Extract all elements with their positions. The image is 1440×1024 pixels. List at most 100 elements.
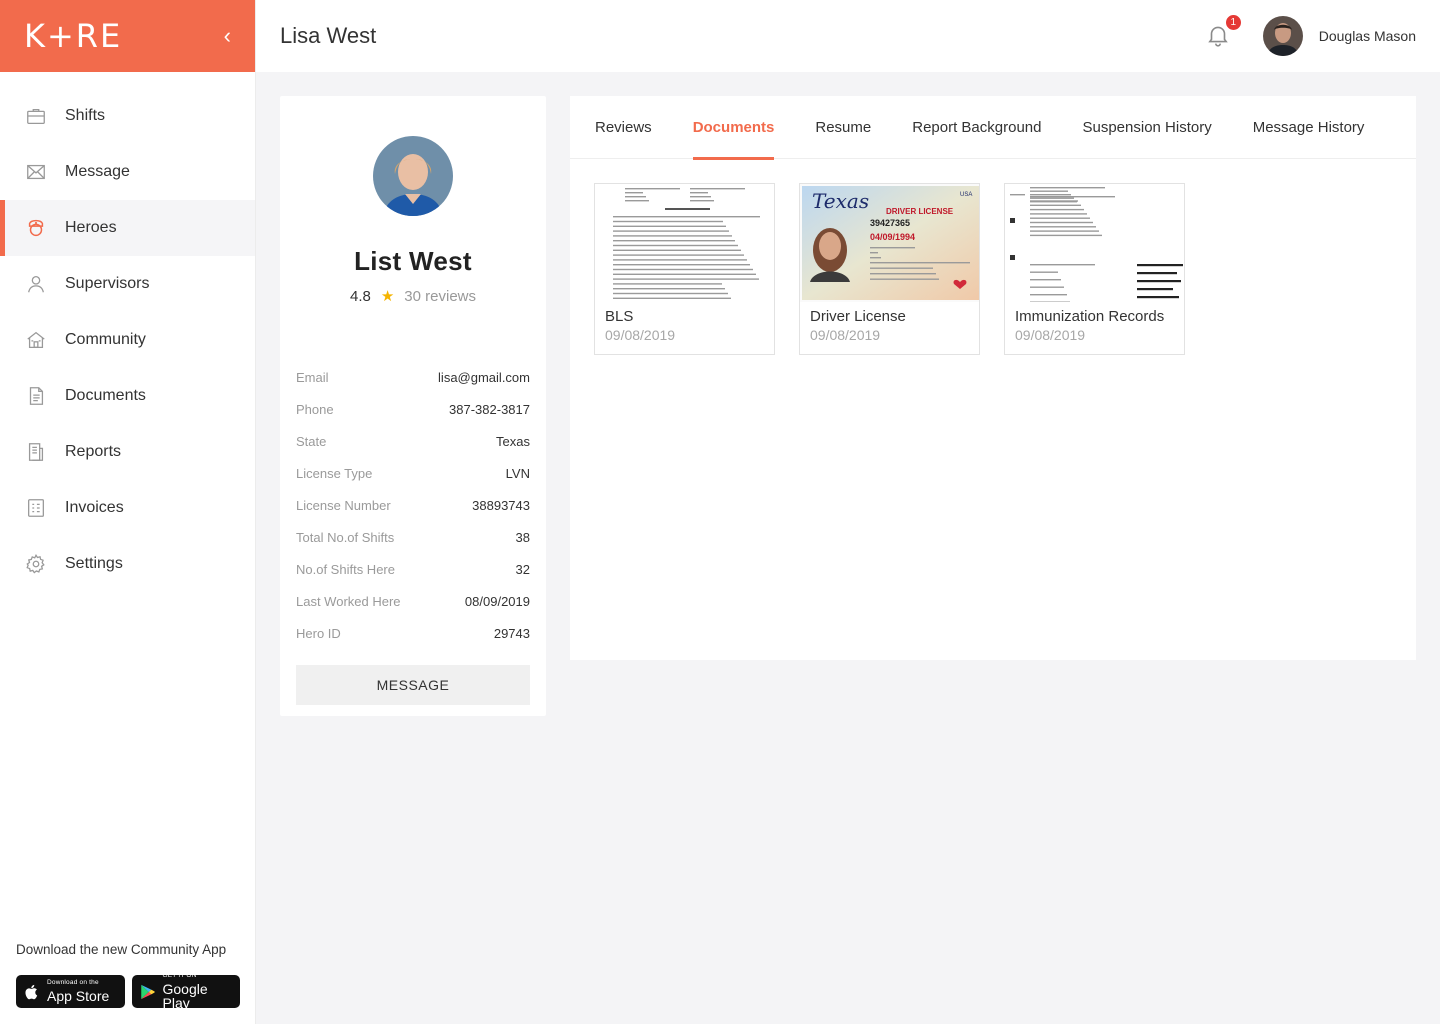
tab-report-background[interactable]: Report Background bbox=[912, 96, 1041, 159]
info-row: Email lisa@gmail.com bbox=[296, 361, 530, 393]
info-value: 38 bbox=[515, 529, 530, 545]
document-date: 09/08/2019 bbox=[605, 327, 676, 343]
document-icon bbox=[24, 384, 48, 408]
document-card[interactable]: Texas USA DRIVER LICENSE 39427365 04/09/1994… bbox=[799, 183, 980, 355]
top-header: Lisa West 1 Douglas Mason bbox=[256, 0, 1440, 72]
info-label: License Type bbox=[296, 465, 373, 481]
info-value: 38893743 bbox=[472, 497, 530, 513]
reviews-link[interactable]: 30 reviews bbox=[404, 288, 476, 305]
document-card[interactable]: Immunization Records 09/08/2019 bbox=[1004, 183, 1185, 355]
sidebar-item-community[interactable]: Community bbox=[0, 312, 255, 368]
message-button[interactable]: MESSAGE bbox=[296, 665, 530, 705]
brand-bar: K+RE ‹ bbox=[0, 0, 255, 72]
info-row: Phone 387-382-3817 bbox=[296, 393, 530, 425]
sidebar-item-documents[interactable]: Documents bbox=[0, 368, 255, 424]
documents-grid: BLS 09/08/2019 Texas USA DRIVER LICENSE 39427… bbox=[570, 159, 1416, 355]
kare-logo[interactable]: K+RE bbox=[24, 17, 122, 55]
document-name: BLS bbox=[605, 308, 634, 325]
document-thumbnail bbox=[1005, 184, 1184, 302]
sidebar-item-label: Reports bbox=[65, 443, 122, 460]
download-app-text: Download the new Community App bbox=[16, 942, 227, 957]
info-row: License Number 38893743 bbox=[296, 489, 530, 521]
detail-tabs: Reviews Documents Resume Report Background S… bbox=[570, 96, 1416, 160]
document-thumbnail: Texas USA DRIVER LICENSE 39427365 04/09/1994 bbox=[800, 184, 979, 302]
google-play-small-text: GET IT ON bbox=[162, 972, 197, 980]
info-row: Last Worked Here 08/09/2019 bbox=[296, 585, 530, 617]
sidebar-nav: Shifts Message Heroes Supervisors Community D… bbox=[0, 72, 255, 592]
info-value: 08/09/2019 bbox=[464, 593, 530, 609]
download-app-section: Download the new Community App Download … bbox=[16, 942, 240, 1011]
sidebar-item-label: Message bbox=[65, 163, 130, 180]
google-play-label: Google Play bbox=[162, 980, 208, 1011]
info-row: License Type LVN bbox=[296, 457, 530, 489]
invoice-icon bbox=[24, 496, 48, 520]
document-thumbnail bbox=[595, 184, 774, 302]
sidebar-item-label: Settings bbox=[65, 555, 123, 572]
info-value: 387-382-3817 bbox=[449, 401, 530, 417]
info-label: Last Worked Here bbox=[296, 593, 401, 609]
sidebar-item-reports[interactable]: Reports bbox=[0, 424, 255, 480]
sidebar-item-settings[interactable]: Settings bbox=[0, 536, 255, 592]
user-avatar[interactable] bbox=[1262, 16, 1303, 56]
sidebar-item-heroes[interactable]: Heroes bbox=[0, 200, 255, 256]
hero-name: List West bbox=[354, 246, 472, 276]
info-value: LVN bbox=[505, 465, 530, 481]
report-icon bbox=[24, 440, 48, 464]
notifications-button[interactable]: 1 bbox=[1205, 13, 1243, 50]
hero-avatar bbox=[373, 136, 453, 216]
svg-text:39427365: 39427365 bbox=[870, 218, 910, 228]
hero-details-panel: Reviews Documents Resume Report Background S… bbox=[570, 96, 1416, 660]
person-icon bbox=[24, 272, 48, 296]
sidebar-item-label: Community bbox=[65, 331, 146, 348]
hero-info-list: Email lisa@gmail.com Phone 387-382-3817 Stat… bbox=[280, 361, 546, 649]
info-label: State bbox=[296, 433, 327, 449]
info-value: 32 bbox=[515, 561, 530, 577]
info-label: License Number bbox=[296, 497, 391, 513]
info-value: Texas bbox=[496, 433, 530, 449]
gear-icon bbox=[24, 552, 48, 576]
svg-text:USA: USA bbox=[960, 192, 972, 198]
document-name: Immunization Records bbox=[1015, 308, 1165, 325]
sidebar-item-shifts[interactable]: Shifts bbox=[0, 88, 255, 144]
page-title: Lisa West bbox=[280, 23, 377, 48]
svg-text:DRIVER LICENSE: DRIVER LICENSE bbox=[886, 207, 954, 216]
star-icon: ★ bbox=[380, 288, 395, 305]
tab-documents[interactable]: Documents bbox=[692, 96, 774, 160]
document-name: Driver License bbox=[810, 308, 906, 325]
sidebar-item-invoices[interactable]: Invoices bbox=[0, 480, 255, 536]
document-card[interactable]: BLS 09/08/2019 bbox=[594, 183, 775, 355]
tab-suspension-history[interactable]: Suspension History bbox=[1082, 96, 1211, 159]
info-row: Hero ID 29743 bbox=[296, 617, 530, 649]
sidebar-item-message[interactable]: Message bbox=[0, 144, 255, 200]
sidebar-item-label: Documents bbox=[65, 387, 146, 404]
document-date: 09/08/2019 bbox=[1015, 327, 1086, 343]
sidebar: K+RE ‹ Shifts Message Heroes Supervisors Com… bbox=[0, 0, 256, 1024]
info-value: lisa@gmail.com bbox=[438, 369, 530, 385]
briefcase-icon bbox=[24, 104, 48, 128]
tab-resume[interactable]: Resume bbox=[815, 96, 871, 159]
info-value: 29743 bbox=[493, 625, 530, 641]
google-play-icon bbox=[140, 984, 155, 999]
hero-profile-card: List West 4.8 ★ 30 reviews Email lisa@gma… bbox=[280, 96, 546, 716]
info-label: Email bbox=[296, 369, 329, 385]
info-label: Phone bbox=[296, 401, 334, 417]
sidebar-item-label: Invoices bbox=[65, 499, 124, 516]
sidebar-item-label: Heroes bbox=[65, 219, 117, 236]
rating-score: 4.8 bbox=[349, 287, 371, 305]
tab-message-history[interactable]: Message History bbox=[1253, 96, 1365, 159]
tab-reviews[interactable]: Reviews bbox=[595, 96, 652, 159]
info-row: State Texas bbox=[296, 425, 530, 457]
notification-badge: 1 bbox=[1223, 13, 1243, 32]
document-date: 09/08/2019 bbox=[810, 327, 881, 343]
user-name[interactable]: Douglas Mason bbox=[1319, 28, 1416, 44]
apple-icon bbox=[25, 984, 38, 999]
info-row: No.of Shifts Here 32 bbox=[296, 553, 530, 585]
info-row: Total No.of Shifts 38 bbox=[296, 521, 530, 553]
app-store-button[interactable]: Download on the App Store bbox=[16, 975, 125, 1008]
google-play-button[interactable]: GET IT ON Google Play bbox=[131, 972, 240, 1011]
sidebar-item-label: Supervisors bbox=[65, 275, 150, 292]
sidebar-item-supervisors[interactable]: Supervisors bbox=[0, 256, 255, 312]
collapse-sidebar-icon[interactable]: ‹ bbox=[224, 25, 231, 47]
info-label: Total No.of Shifts bbox=[296, 529, 395, 545]
svg-text:Texas: Texas bbox=[812, 189, 869, 213]
